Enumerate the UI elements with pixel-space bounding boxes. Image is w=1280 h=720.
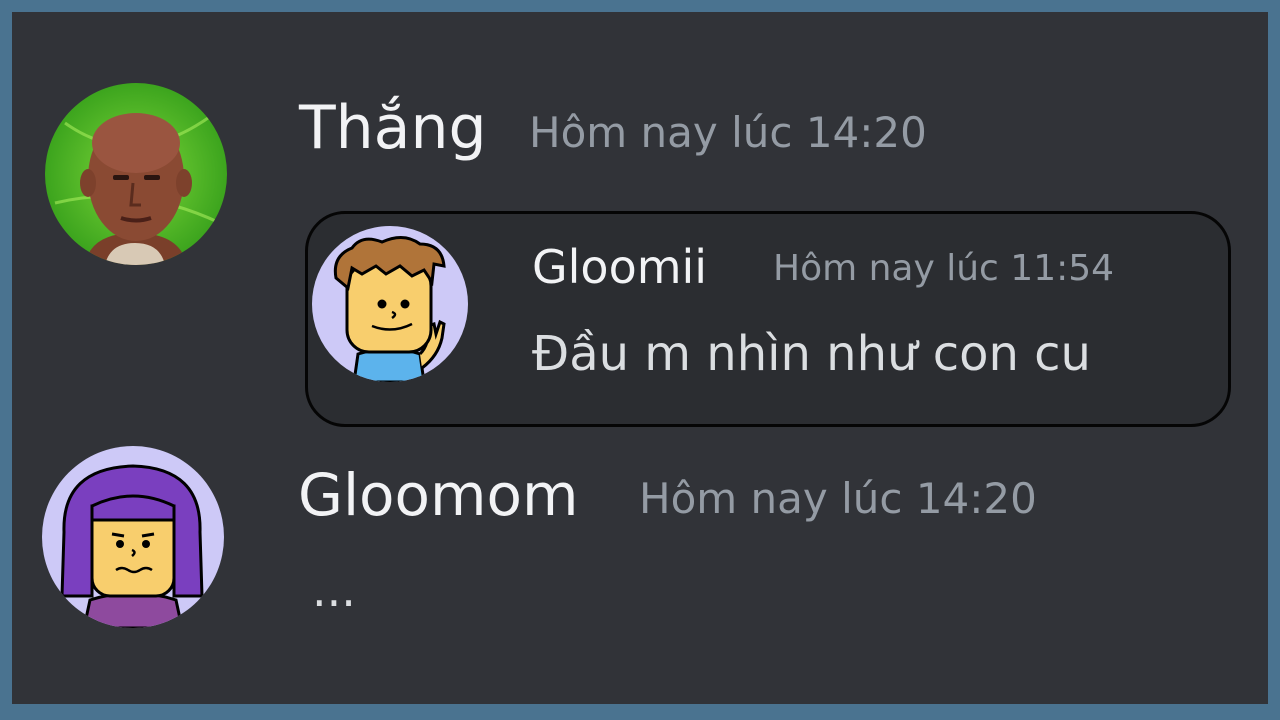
gloomii-avatar[interactable] — [312, 226, 468, 382]
quoted-author-name[interactable]: Gloomii — [532, 239, 707, 295]
thang-avatar[interactable] — [45, 83, 227, 265]
message-timestamp: Hôm nay lúc 14:20 — [529, 108, 927, 157]
quoted-timestamp: Hôm nay lúc 11:54 — [773, 248, 1115, 289]
gloomom-avatar[interactable] — [42, 446, 224, 628]
message-text: ... — [312, 563, 356, 617]
cartoon-girl-avatar-icon — [42, 446, 224, 628]
message-timestamp: Hôm nay lúc 14:20 — [639, 474, 1037, 523]
author-name[interactable]: Gloomom — [298, 455, 579, 535]
person-photo-avatar-icon — [45, 83, 227, 265]
chat-panel: Thắng Hôm nay lúc 14:20 Gloomii Hôm nay … — [12, 12, 1268, 704]
cartoon-boy-avatar-icon — [312, 226, 468, 382]
quoted-message-text: Đầu m nhìn như con cu — [532, 326, 1091, 382]
author-name[interactable]: Thắng — [299, 88, 487, 168]
